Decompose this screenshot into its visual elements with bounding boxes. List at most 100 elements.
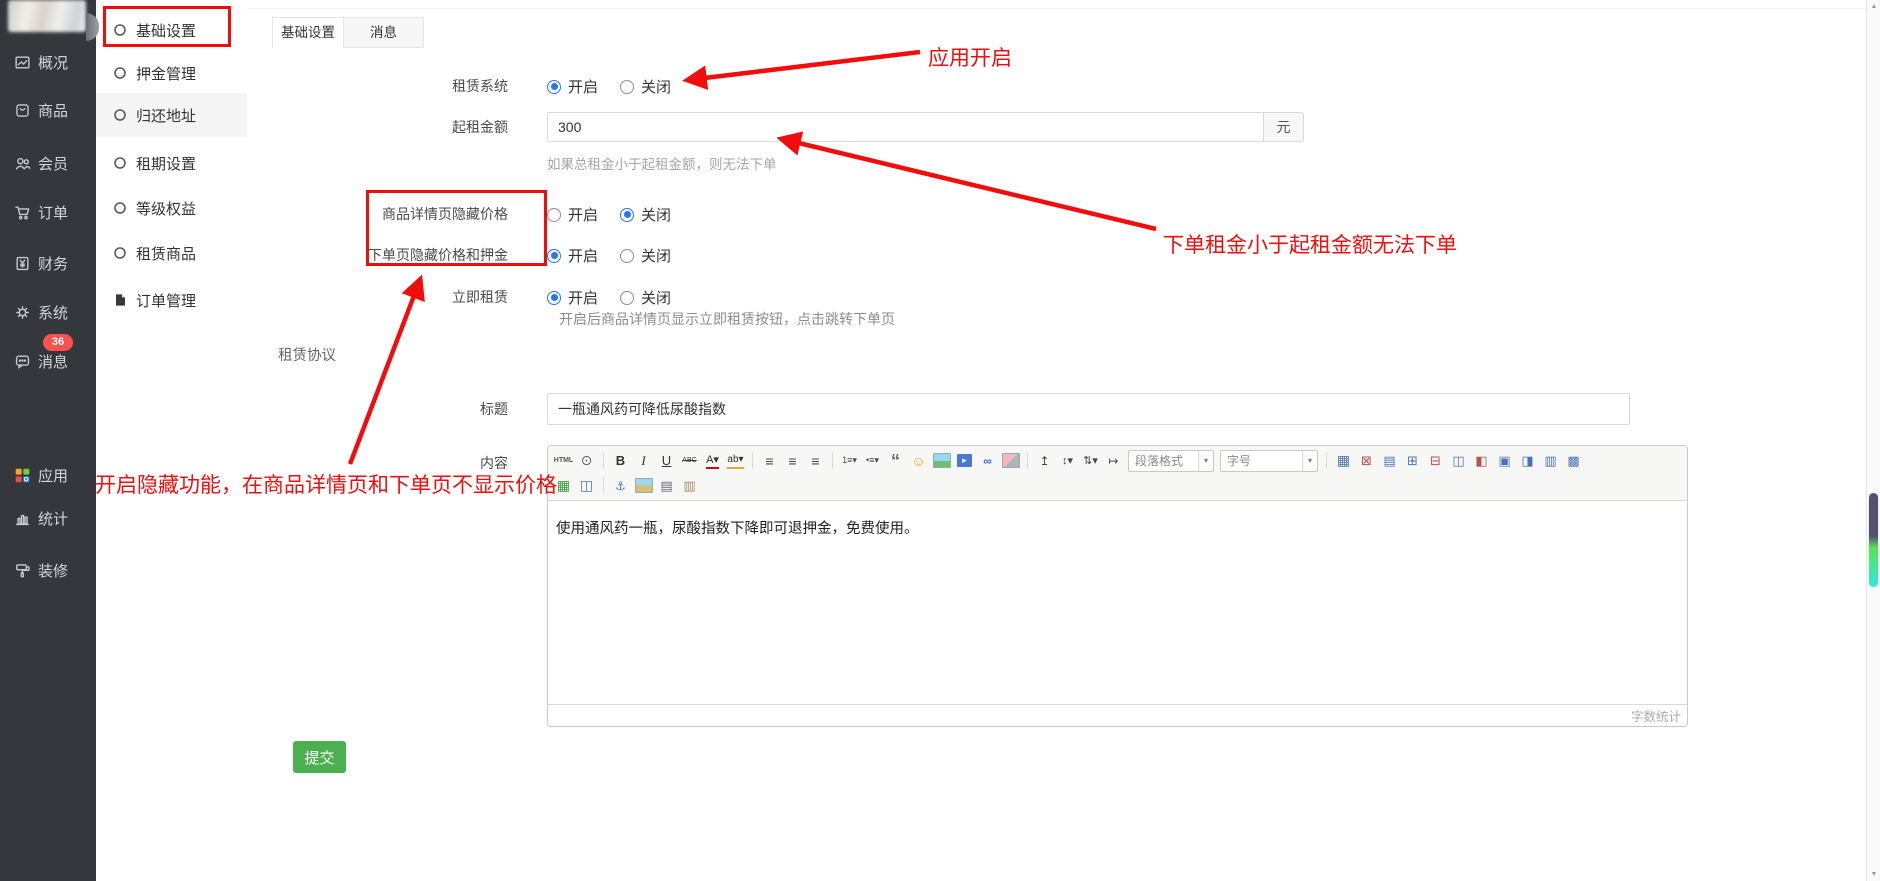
quick-table-icon[interactable]: ▦	[553, 475, 574, 496]
sidebar-item-system[interactable]: 系统	[0, 301, 96, 323]
sidebar-item-apps[interactable]: 应用	[0, 464, 96, 486]
sidebar-item-decorate[interactable]: 装修	[0, 559, 96, 581]
submenu-item-3[interactable]: 归还地址	[96, 93, 247, 137]
min-rent-label: 起租金额	[247, 112, 508, 142]
radio-rent_system-checked-option[interactable]: 开启	[547, 76, 598, 97]
page-scrollbar[interactable]: ▲ ▼	[1866, 0, 1880, 881]
submit-button[interactable]: 提交	[293, 741, 346, 773]
scroll-up-icon[interactable]: ▲	[1867, 3, 1880, 10]
radio-icon[interactable]	[547, 208, 561, 222]
sidebar-item-overview[interactable]: 概况	[0, 51, 96, 73]
submenu-item-label: 押金管理	[136, 63, 196, 84]
sidebar-item-label: 应用	[38, 465, 68, 486]
word-count-label[interactable]: 字数统计	[1631, 706, 1687, 725]
editor-toolbar: HTML⊙BIUABCA▾ab▾≡≡≡1≡▾•≡▾“☺▸∞↥↕▾⇅▾↦段落格式▾…	[548, 446, 1687, 501]
rent-now-label: 立即租赁	[247, 287, 508, 307]
radio-rent_now-checked-option[interactable]: 开启	[547, 287, 598, 308]
font-size-select[interactable]: 字号▾	[1220, 450, 1318, 472]
highlight-icon[interactable]: ab▾	[725, 450, 746, 471]
table-grid-icon[interactable]: ▩	[1563, 450, 1584, 471]
align-center-icon[interactable]: ≡	[782, 450, 803, 471]
editor-content[interactable]: 使用通风药一瓶，尿酸指数下降即可退押金，免费使用。	[548, 501, 1687, 704]
sidebar-item-goods[interactable]: 商品	[0, 99, 96, 121]
sidebar-item-member[interactable]: 会员	[0, 152, 96, 174]
tab-message[interactable]: 消息	[344, 17, 424, 48]
para-spacing-icon[interactable]: ⇅▾	[1080, 450, 1101, 471]
align-right-icon[interactable]: ≡	[805, 450, 826, 471]
cell-split-h-icon[interactable]: ◨	[1517, 450, 1538, 471]
chevron-down-icon[interactable]: ▾	[1198, 451, 1213, 471]
chevron-down-icon[interactable]: ▾	[1302, 451, 1317, 471]
circle-icon	[113, 23, 127, 37]
submenu-item-6[interactable]: 租赁商品	[96, 231, 247, 275]
radio-icon[interactable]	[547, 80, 561, 94]
sidebar-item-label: 装修	[38, 560, 68, 581]
blockquote-icon[interactable]: “	[885, 450, 906, 471]
agreement-title-input[interactable]	[547, 393, 1630, 425]
row-delete-icon[interactable]: ⊟	[1425, 450, 1446, 471]
row-rent-now: 立即租赁 开启 关闭	[247, 287, 1847, 308]
content-top-divider	[247, 8, 1867, 9]
cell-split-v-icon[interactable]: ▥	[1540, 450, 1561, 471]
sidebar-item-finance[interactable]: 财务	[0, 252, 96, 274]
row-insert-above-icon[interactable]: ⊞	[1402, 450, 1423, 471]
bold-icon[interactable]: B	[610, 450, 631, 471]
circle-icon	[113, 108, 127, 122]
submenu-item-1[interactable]: 基础设置	[96, 8, 247, 52]
table-col-icon[interactable]: ◫	[576, 475, 597, 496]
radio-icon[interactable]	[620, 291, 634, 305]
min-rent-input[interactable]	[547, 112, 1264, 142]
map-icon[interactable]	[633, 475, 654, 496]
col-delete-icon[interactable]: ◧	[1471, 450, 1492, 471]
avatar[interactable]	[8, 0, 86, 32]
anchor-icon[interactable]: ⚓	[610, 475, 631, 496]
radio-rent_system-unchecked-option[interactable]: 关闭	[620, 76, 671, 97]
radio-icon[interactable]	[620, 249, 634, 263]
link-icon[interactable]: ∞	[977, 450, 998, 471]
sidebar-item-order[interactable]: 订单	[0, 201, 96, 223]
strikethrough-icon[interactable]: ABC	[679, 450, 700, 471]
radio-icon[interactable]	[620, 80, 634, 94]
submenu-item-7[interactable]: 订单管理	[96, 278, 247, 322]
font-color-icon[interactable]: A▾	[702, 450, 723, 471]
radio-hide_price_order-checked-option[interactable]: 开启	[547, 245, 598, 266]
radio-hide_price_detail-checked-option[interactable]: 关闭	[620, 204, 671, 225]
paragraph-format-select[interactable]: 段落格式▾	[1128, 450, 1214, 472]
indent-icon[interactable]: ↦	[1103, 450, 1124, 471]
radio-icon[interactable]	[620, 208, 634, 222]
col-insert-icon[interactable]: ◫	[1448, 450, 1469, 471]
italic-icon[interactable]: I	[633, 450, 654, 471]
sidebar-item-stats[interactable]: 统计	[0, 507, 96, 529]
table-prop-icon[interactable]: ▤	[1379, 450, 1400, 471]
radio-rent_now-unchecked-option[interactable]: 关闭	[620, 287, 671, 308]
radio-icon[interactable]	[547, 249, 561, 263]
sidebar-item-message[interactable]: 消息	[0, 350, 96, 372]
text-valign-icon[interactable]: ↥	[1034, 450, 1055, 471]
underline-icon[interactable]: U	[656, 450, 677, 471]
eraser-icon[interactable]	[1000, 450, 1021, 471]
source-icon[interactable]: HTML	[553, 450, 574, 471]
scrollbar-thumb[interactable]	[1869, 493, 1878, 587]
submenu-item-4[interactable]: 租期设置	[96, 141, 247, 185]
media-icon[interactable]: ▸	[954, 450, 975, 471]
image-icon[interactable]	[931, 450, 952, 471]
unordered-list-icon[interactable]: •≡▾	[862, 450, 883, 471]
scroll-down-icon[interactable]: ▼	[1867, 871, 1880, 878]
paste-icon[interactable]: ▥	[679, 475, 700, 496]
line-height-icon[interactable]: ↕▾	[1057, 450, 1078, 471]
align-left-icon[interactable]: ≡	[759, 450, 780, 471]
tab-basic-settings[interactable]: 基础设置	[272, 17, 344, 48]
print-icon[interactable]: ▤	[656, 475, 677, 496]
table-insert-icon[interactable]: ▦	[1333, 450, 1354, 471]
submenu-item-5[interactable]: 等级权益	[96, 186, 247, 230]
radio-hide_price_detail-unchecked-option[interactable]: 开启	[547, 204, 598, 225]
ordered-list-icon[interactable]: 1≡▾	[839, 450, 860, 471]
preview-icon[interactable]: ⊙	[576, 450, 597, 471]
radio-hide_price_order-unchecked-option[interactable]: 关闭	[620, 245, 671, 266]
cell-merge-icon[interactable]: ▣	[1494, 450, 1515, 471]
table-delete-icon[interactable]: ⊠	[1356, 450, 1377, 471]
submenu-item-2[interactable]: 押金管理	[96, 51, 247, 95]
emoticons-icon[interactable]: ☺	[908, 450, 929, 471]
agreement-section-title: 租赁协议	[278, 344, 336, 365]
radio-icon[interactable]	[547, 291, 561, 305]
